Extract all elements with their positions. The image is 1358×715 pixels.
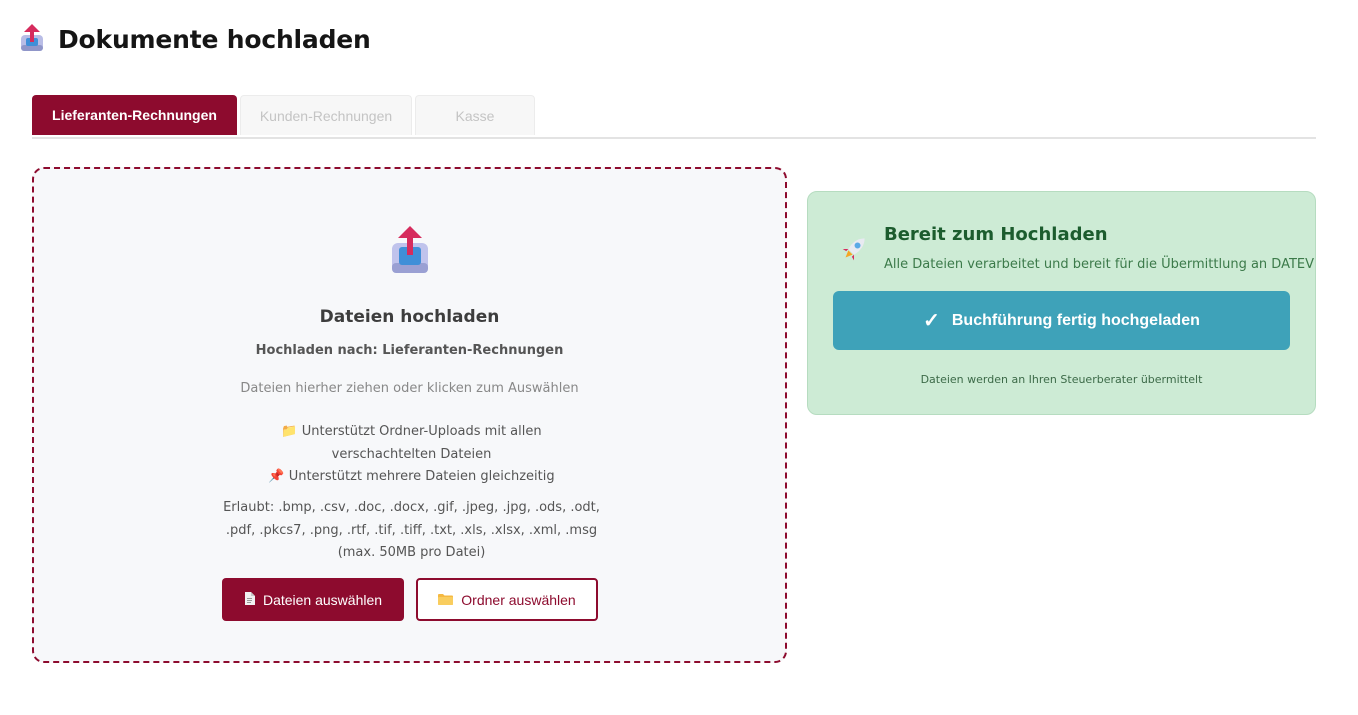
feature-text: Unterstützt Ordner-Uploads mit allen ver… [301,424,542,462]
upload-target-label: Hochladen nach: Lieferanten-Rechnungen [255,343,564,358]
ready-title: Bereit zum Hochladen [884,224,1108,245]
feature-text: Unterstützt mehrere Dateien gleichzeitig [288,469,555,484]
rocket-icon [837,232,871,266]
ready-footer-note: Dateien werden an Ihren Steuerberater üb… [920,373,1203,386]
select-files-label: Dateien auswählen [262,591,383,608]
bookkeeping-complete-button[interactable]: ✓ Buchführung fertig hochgeladen [833,291,1290,350]
ready-to-upload-card: Bereit zum Hochladen Alle Dateien verarb… [807,191,1316,415]
feature-list: 📁 Unterstützt Ordner-Uploads mit allen v… [229,421,594,489]
upload-dropzone[interactable]: Dateien hochladen Hochladen nach: Liefer… [32,167,787,663]
bookkeeping-complete-label: Buchführung fertig hochgeladen [951,311,1200,329]
upload-tray-icon [18,24,46,54]
upload-tray-icon [389,225,431,277]
page-header: Dokumente hochladen [18,24,371,54]
checkmark-icon: ✓ [923,310,940,332]
feature-folder-uploads: 📁 Unterstützt Ordner-Uploads mit allen v… [229,421,594,466]
dropzone-hint: Dateien hierher ziehen oder klicken zum … [240,381,579,396]
ready-subtitle: Alle Dateien verarbeitet und bereit für … [884,257,1315,272]
feature-multiple-files: 📌 Unterstützt mehrere Dateien gleichzeit… [229,466,594,489]
tab-kunden-rechnungen[interactable]: Kunden-Rechnungen [240,95,412,135]
allowed-file-types: Erlaubt: .bmp, .csv, .doc, .docx, .gif, … [223,500,600,560]
dropzone-title: Dateien hochladen [319,307,500,327]
tab-lieferanten-rechnungen[interactable]: Lieferanten-Rechnungen [32,95,237,135]
page-title: Dokumente hochladen [58,24,371,54]
select-folder-label: Ordner auswählen [461,591,576,608]
select-files-button[interactable]: Dateien auswählen [222,578,404,621]
select-folder-button[interactable]: Ordner auswählen [416,578,598,621]
document-type-tabs: Lieferanten-Rechnungen Kunden-Rechnungen… [32,95,1316,139]
folder-icon: 📁 [281,424,298,439]
tab-kasse[interactable]: Kasse [415,95,535,135]
pushpin-icon: 📌 [268,469,285,484]
folder-icon [438,592,454,608]
document-icon [244,591,255,608]
